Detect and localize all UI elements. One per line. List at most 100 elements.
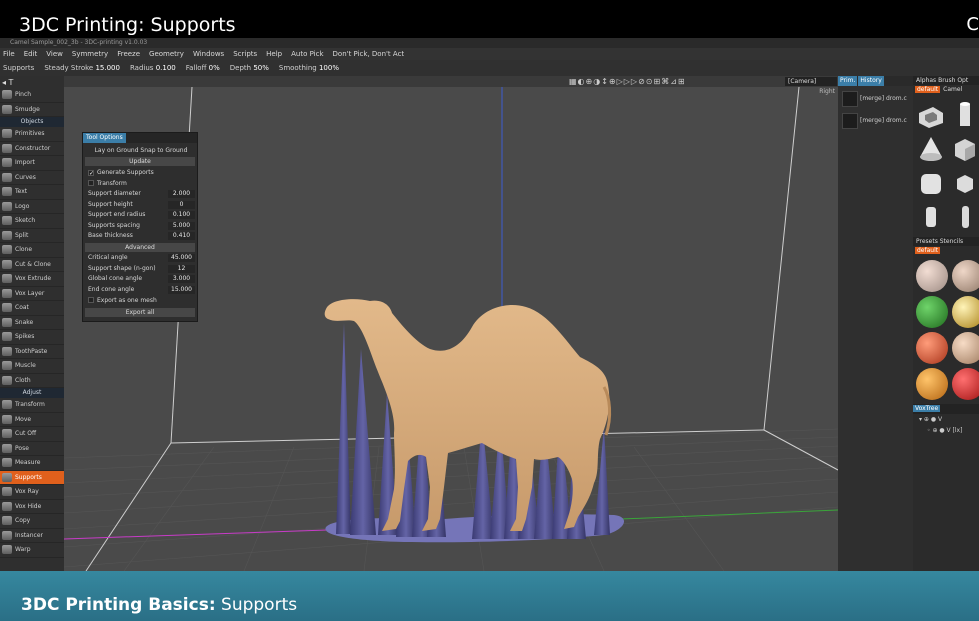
tool-text[interactable]: Text (0, 185, 64, 200)
material-skin[interactable] (952, 332, 979, 364)
falloff-control[interactable]: Falloff 0% (186, 64, 220, 72)
setting-value-field[interactable]: 0.410 (168, 232, 195, 240)
alpha-cone-icon[interactable] (917, 135, 945, 163)
generate-supports-checkbox[interactable]: ✓ Generate Supports (88, 169, 154, 177)
left-panel-top-icons[interactable]: ◂ T (0, 76, 64, 88)
tool-pose[interactable]: Pose (0, 442, 64, 456)
view-tool-icons[interactable]: ▦◐⊕◑↕⊕▷▷▷⊘⊙⊞⌘⊿⊞ (569, 76, 686, 87)
radius-control[interactable]: Radius 0.100 (130, 64, 176, 72)
menu-windows[interactable]: Windows (193, 50, 224, 58)
depth-control[interactable]: Depth 50% (230, 64, 269, 72)
tab-history[interactable]: History (858, 76, 884, 86)
menu-edit[interactable]: Edit (24, 50, 38, 58)
alpha-set-row[interactable]: default Camel (913, 85, 979, 95)
tool-curves[interactable]: Curves (0, 171, 64, 185)
tool-clone[interactable]: Clone (0, 243, 64, 258)
tool-constructor[interactable]: Constructor (0, 142, 64, 156)
objects-header[interactable]: Objects (0, 117, 64, 127)
setting-value-field[interactable]: 0 (168, 200, 195, 209)
alpha-cube-small-icon[interactable] (951, 169, 979, 197)
material-green[interactable] (916, 296, 948, 328)
preset-set-row[interactable]: default (913, 246, 979, 256)
material-red-orange[interactable] (916, 332, 948, 364)
voxtree-header[interactable]: VoxTree (913, 404, 979, 414)
tool-transform[interactable]: Transform (0, 398, 64, 413)
layer-row[interactable]: [merge] drom.c (838, 111, 913, 130)
presets-tabs[interactable]: Presets Stencils (913, 237, 979, 246)
layer-row[interactable]: [merge] drom.c (838, 89, 913, 108)
alpha-rounded-cube-icon[interactable] (917, 169, 945, 197)
steady-stroke-control[interactable]: Steady Stroke 15.000 (44, 64, 120, 72)
alphas-tabs[interactable]: Alphas Brush Opt (913, 76, 979, 85)
setting-value-field[interactable]: 12 (168, 264, 195, 273)
tool-primitives[interactable]: Primitives (0, 127, 64, 142)
update-button[interactable]: Update (85, 157, 195, 166)
setting-value-field[interactable]: 3.000 (168, 275, 195, 283)
tool-muscle[interactable]: Muscle (0, 359, 64, 374)
tool-supports[interactable]: Supports (0, 470, 64, 485)
tool-smudge[interactable]: Smudge (0, 103, 64, 117)
material-gold[interactable] (952, 296, 979, 328)
tool-measure[interactable]: Measure (0, 456, 64, 471)
adjust-header[interactable]: Adjust (0, 388, 64, 398)
setting-value-field[interactable]: 15.000 (168, 285, 195, 294)
voxtree-item[interactable]: ▾ ⊕ ● V (913, 414, 979, 425)
menu-auto-pick[interactable]: Auto Pick (291, 50, 323, 58)
alpha-box-cut-icon[interactable] (917, 101, 945, 129)
tool-vox-extrude[interactable]: Vox Extrude (0, 272, 64, 287)
alpha-set-name: Camel (943, 86, 963, 93)
setting-value-field[interactable]: 45.000 (168, 254, 195, 262)
menu-help[interactable]: Help (266, 50, 282, 58)
advanced-section-button[interactable]: Advanced (85, 243, 195, 252)
alpha-cylinder-tall-icon[interactable] (917, 203, 945, 231)
menu-scripts[interactable]: Scripts (233, 50, 257, 58)
tool-warp[interactable]: Warp (0, 543, 64, 558)
alpha-cylinder-thin-icon[interactable] (951, 203, 979, 231)
tool-toothpaste[interactable]: ToothPaste (0, 345, 64, 359)
tool-vox-ray[interactable]: Vox Ray (0, 485, 64, 500)
transform-checkbox[interactable]: Transform (88, 180, 127, 187)
menu-geometry[interactable]: Geometry (149, 50, 184, 58)
tool-options-panel: Tool Options Lay on Ground Snap to Groun… (82, 132, 198, 322)
tab-prim-[interactable]: Prim. (838, 76, 858, 86)
camera-select[interactable]: [Camera] (785, 77, 837, 86)
tool-logo[interactable]: Logo (0, 200, 64, 214)
tool-instancer[interactable]: Instancer (0, 529, 64, 543)
smoothing-control[interactable]: Smoothing 100% (279, 64, 339, 72)
tool-sketch[interactable]: Sketch (0, 214, 64, 229)
alpha-cylinder-icon[interactable] (951, 101, 979, 129)
setting-value-field[interactable]: 0.100 (168, 211, 195, 219)
material-matte-white[interactable] (916, 260, 948, 292)
setting-value-field[interactable]: 5.000 (168, 221, 195, 230)
tool-vox-hide[interactable]: Vox Hide (0, 500, 64, 514)
menu-freeze[interactable]: Freeze (117, 50, 140, 58)
material-clay[interactable] (952, 260, 979, 292)
tool-spikes[interactable]: Spikes (0, 330, 64, 345)
tool-label: Sketch (15, 217, 36, 225)
tool-coat[interactable]: Coat (0, 301, 64, 316)
export-one-mesh-checkbox[interactable]: Export as one mesh (88, 297, 157, 304)
alpha-cube-icon[interactable] (951, 135, 979, 163)
tool-vox-layer[interactable]: Vox Layer (0, 287, 64, 301)
tool-icon (2, 501, 12, 511)
export-all-button[interactable]: Export all (85, 308, 195, 317)
tool-move[interactable]: Move (0, 413, 64, 427)
tool-import[interactable]: Import (0, 156, 64, 171)
lay-on-ground-button[interactable]: Lay on Ground Snap to Ground (87, 147, 195, 154)
setting-critical-angle: Critical angle 45.000 (88, 254, 196, 264)
tool-cut-off[interactable]: Cut Off (0, 427, 64, 442)
tool-copy[interactable]: Copy (0, 514, 64, 529)
voxtree-item[interactable]: ◦ ⊕ ● V [lx] (913, 425, 979, 436)
menu-don-t-pick-don-t-act[interactable]: Don't Pick, Don't Act (333, 50, 405, 58)
menu-file[interactable]: File (3, 50, 15, 58)
menu-view[interactable]: View (46, 50, 63, 58)
setting-value-field[interactable]: 2.000 (168, 190, 195, 198)
tool-snake[interactable]: Snake (0, 316, 64, 330)
tool-cloth[interactable]: Cloth (0, 374, 64, 388)
tool-split[interactable]: Split (0, 229, 64, 243)
tool-pinch[interactable]: Pinch (0, 88, 64, 103)
menu-symmetry[interactable]: Symmetry (72, 50, 108, 58)
tool-cut-clone[interactable]: Cut & Clone (0, 258, 64, 272)
material-red[interactable] (952, 368, 979, 400)
material-orange[interactable] (916, 368, 948, 400)
